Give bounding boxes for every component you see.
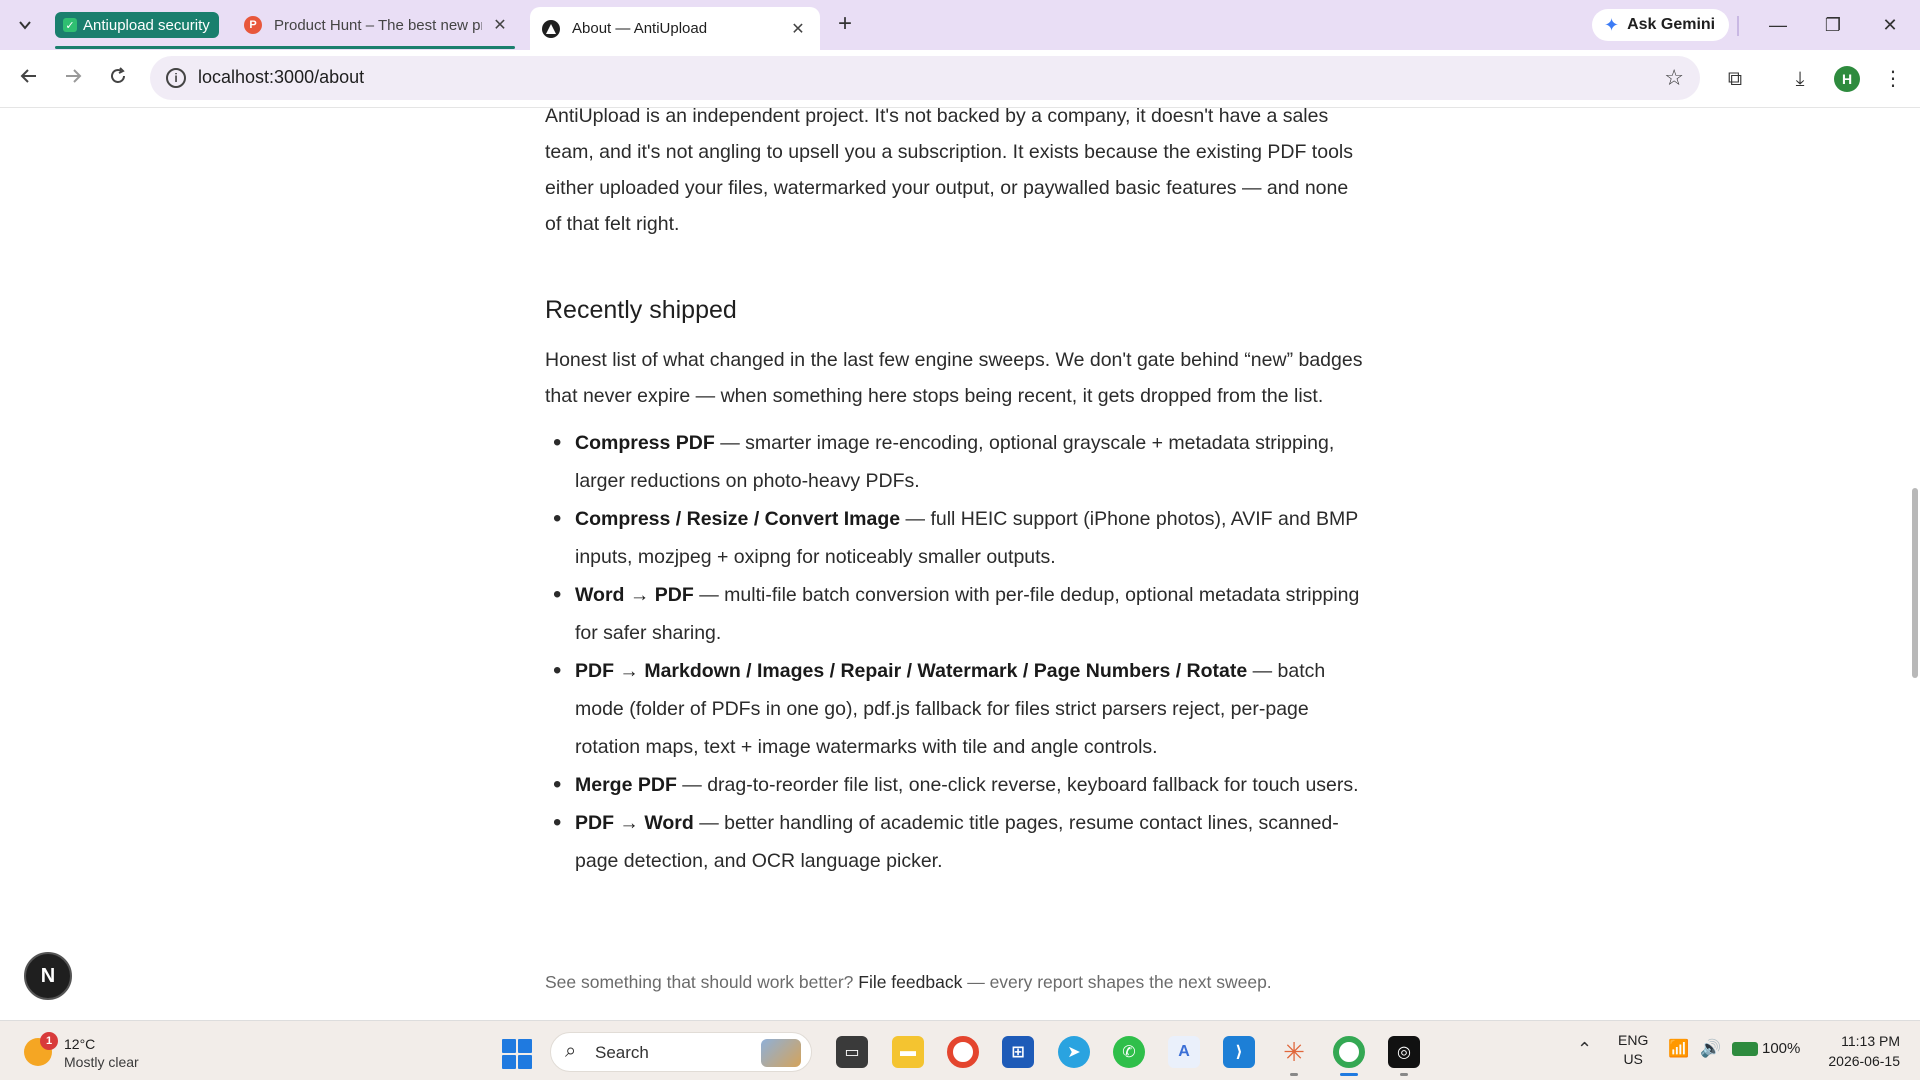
tab-search-button[interactable] bbox=[8, 10, 42, 40]
item-title: PDF → Markdown / Images / Repair / Water… bbox=[575, 660, 1248, 682]
antiupload-favicon-icon bbox=[542, 19, 560, 38]
item-title: Word → PDF bbox=[575, 584, 694, 606]
feedback-prefix: See something that should work better? bbox=[545, 972, 859, 992]
product-hunt-favicon-icon: P bbox=[244, 16, 262, 34]
lang-region: US bbox=[1623, 1051, 1643, 1067]
url-text[interactable]: localhost:3000/about bbox=[198, 67, 364, 88]
volume-icon[interactable]: 🔊 bbox=[1700, 1039, 1721, 1059]
list-item: Compress / Resize / Convert Image — full… bbox=[545, 500, 1365, 576]
list-item: Word → PDF — multi-file batch conversion… bbox=[545, 576, 1365, 652]
wifi-icon[interactable]: 📶 bbox=[1668, 1039, 1689, 1059]
forward-button[interactable] bbox=[58, 64, 88, 94]
profile-avatar[interactable]: H bbox=[1834, 66, 1860, 92]
close-icon[interactable]: ✕ bbox=[490, 15, 510, 35]
active-indicator bbox=[1340, 1073, 1358, 1076]
close-icon[interactable]: ✕ bbox=[788, 19, 808, 39]
about-article: AntiUpload is an independent project. It… bbox=[545, 108, 1365, 880]
task-view-icon[interactable]: ▭ bbox=[836, 1036, 868, 1068]
weather-widget[interactable]: 1 12°C Mostly clear bbox=[22, 1030, 172, 1072]
arrow-left-icon bbox=[20, 69, 36, 83]
feedback-suffix: — every report shapes the next sweep. bbox=[962, 972, 1272, 992]
page-content: AntiUpload is an independent project. It… bbox=[0, 108, 1920, 1020]
whatsapp-icon[interactable]: ✆ bbox=[1113, 1036, 1145, 1068]
file-explorer-icon[interactable]: ▬ bbox=[892, 1036, 924, 1068]
section-heading: Recently shipped bbox=[545, 296, 737, 324]
browser-toolbar: i localhost:3000/about ☆ ⧉ ⤓ H ⋮ bbox=[0, 50, 1920, 108]
chrome-profile-icon[interactable] bbox=[1333, 1036, 1365, 1068]
more-menu-icon[interactable]: ⋮ bbox=[1878, 64, 1908, 94]
page-scrollbar[interactable] bbox=[1910, 488, 1920, 688]
app-store-icon[interactable]: A bbox=[1168, 1036, 1200, 1068]
bookmark-star-icon[interactable]: ☆ bbox=[1664, 65, 1684, 91]
ask-gemini-button[interactable]: ✦ Ask Gemini bbox=[1592, 9, 1730, 41]
chevron-up-icon[interactable]: ⌃ bbox=[1577, 1039, 1592, 1060]
divider bbox=[1737, 16, 1739, 36]
scrollbar-thumb[interactable] bbox=[1912, 488, 1918, 678]
clock[interactable]: 11:13 PM 2026-06-15 bbox=[1818, 1031, 1900, 1071]
arrow-right-icon bbox=[66, 69, 82, 83]
extensions-icon[interactable]: ⧉ bbox=[1720, 64, 1750, 94]
list-item: PDF → Word — better handling of academic… bbox=[545, 804, 1365, 880]
item-desc: — drag-to-reorder file list, one-click r… bbox=[676, 774, 1359, 796]
close-window-button[interactable]: ✕ bbox=[1870, 10, 1910, 40]
search-highlight-image bbox=[761, 1039, 801, 1067]
tab-title: Product Hunt – The best new products bbox=[274, 16, 482, 34]
tab-about-antiupload[interactable]: About — AntiUpload ✕ bbox=[530, 7, 820, 50]
tab-title: About — AntiUpload bbox=[572, 20, 708, 37]
list-item: Merge PDF — drag-to-reorder file list, o… bbox=[545, 766, 1365, 804]
floating-n-button[interactable]: N bbox=[24, 952, 72, 1000]
shipped-list: Compress PDF — smarter image re-encoding… bbox=[545, 424, 1365, 880]
battery-icon[interactable] bbox=[1732, 1042, 1758, 1056]
list-item: PDF → Markdown / Images / Repair / Water… bbox=[545, 652, 1365, 766]
chrome-icon[interactable] bbox=[947, 1036, 979, 1068]
battery-percent: 100% bbox=[1762, 1040, 1801, 1057]
windows-taskbar: 1 12°C Mostly clear ⌕ Search ▭ ▬ ⊞ ➤ ✆ A… bbox=[0, 1020, 1920, 1080]
intro-paragraph: AntiUpload is an independent project. It… bbox=[545, 108, 1353, 235]
taskbar-search[interactable]: ⌕ Search bbox=[550, 1032, 812, 1072]
item-title: Merge PDF bbox=[575, 774, 677, 796]
windows-start-icon[interactable] bbox=[502, 1039, 532, 1069]
item-title: Compress PDF bbox=[575, 432, 715, 454]
language-indicator[interactable]: ENG US bbox=[1618, 1031, 1648, 1069]
new-tab-button[interactable]: + bbox=[832, 12, 858, 38]
address-bar[interactable]: i localhost:3000/about ☆ bbox=[150, 56, 1700, 100]
tab-group-chip[interactable]: ✓ Antiupload security bbox=[55, 12, 219, 38]
microsoft-store-icon[interactable]: ⊞ bbox=[1002, 1036, 1034, 1068]
reload-button[interactable] bbox=[103, 64, 133, 94]
back-button[interactable] bbox=[14, 64, 44, 94]
running-indicator bbox=[1290, 1073, 1298, 1076]
tab-strip: ✓ Antiupload security P Product Hunt – T… bbox=[0, 0, 1920, 50]
telegram-icon[interactable]: ➤ bbox=[1058, 1036, 1090, 1068]
list-item: Compress PDF — smarter image re-encoding… bbox=[545, 424, 1365, 500]
reload-icon bbox=[111, 67, 125, 83]
restore-button[interactable]: ❐ bbox=[1813, 10, 1853, 40]
terminal-app-icon[interactable]: ◎ bbox=[1388, 1036, 1420, 1068]
feedback-line: See something that should work better? F… bbox=[545, 972, 1272, 993]
running-indicator bbox=[1400, 1073, 1408, 1076]
tab-group-underline bbox=[55, 46, 515, 49]
minimize-button[interactable]: — bbox=[1758, 10, 1798, 40]
download-icon[interactable]: ⤓ bbox=[1785, 64, 1815, 94]
vscode-icon[interactable]: ⟩ bbox=[1223, 1036, 1255, 1068]
gemini-sparkle-icon: ✦ bbox=[1604, 14, 1620, 35]
date: 2026-06-15 bbox=[1828, 1053, 1900, 1069]
file-feedback-link[interactable]: File feedback bbox=[858, 972, 962, 992]
notification-badge: 1 bbox=[40, 1032, 58, 1050]
item-title: Compress / Resize / Convert Image bbox=[575, 508, 901, 530]
section-intro: Honest list of what changed in the last … bbox=[545, 349, 1363, 407]
claude-icon[interactable]: ✳ bbox=[1278, 1036, 1310, 1068]
chevron-down-icon bbox=[19, 21, 31, 30]
temperature: 12°C bbox=[64, 1036, 96, 1052]
ask-gemini-label: Ask Gemini bbox=[1627, 16, 1716, 33]
tab-group-label: Antiupload security bbox=[83, 16, 210, 34]
site-info-icon[interactable]: i bbox=[166, 68, 186, 88]
check-icon: ✓ bbox=[63, 18, 77, 32]
tab-product-hunt[interactable]: P Product Hunt – The best new products ✕ bbox=[232, 7, 522, 43]
search-label: Search bbox=[595, 1043, 649, 1062]
lang-code: ENG bbox=[1618, 1032, 1649, 1048]
weather-condition: Mostly clear bbox=[64, 1054, 139, 1070]
time: 11:13 PM bbox=[1841, 1033, 1900, 1049]
search-icon: ⌕ bbox=[565, 1040, 577, 1062]
item-title: PDF → Word bbox=[575, 812, 694, 834]
